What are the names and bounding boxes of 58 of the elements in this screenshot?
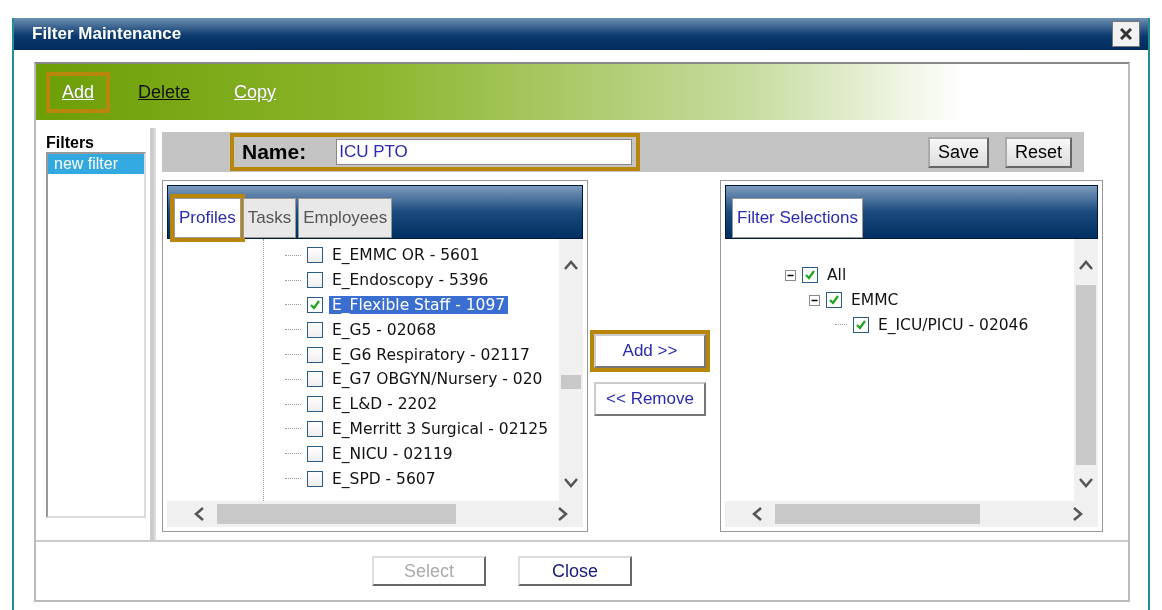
collapse-icon[interactable] — [809, 294, 820, 306]
close-icon — [1120, 28, 1132, 40]
scroll-right-icon[interactable] — [557, 506, 569, 522]
tree-item[interactable]: E_Endoscopy - 5396 — [329, 271, 492, 290]
scroll-thumb[interactable] — [1076, 285, 1096, 465]
checkbox[interactable] — [307, 297, 323, 313]
scroll-thumb[interactable] — [561, 375, 581, 389]
scroll-thumb[interactable] — [775, 504, 981, 524]
tree-item[interactable]: E_SPD - 5607 — [329, 469, 439, 488]
scroll-up-icon[interactable] — [563, 259, 579, 271]
horizontal-scrollbar[interactable] — [167, 501, 583, 527]
tab[interactable]: Filter Selections — [732, 198, 863, 238]
vertical-scrollbar[interactable] — [559, 239, 583, 501]
checkbox[interactable] — [307, 420, 323, 437]
tab[interactable]: Employees — [298, 198, 393, 238]
checkbox[interactable] — [307, 321, 323, 338]
checkbox[interactable] — [307, 346, 323, 363]
scroll-left-icon[interactable] — [751, 506, 763, 522]
tree-item[interactable]: E_EMMC OR - 5601 — [329, 246, 483, 265]
tree-item[interactable]: E_Merritt 3 Surgical - 02125 — [329, 419, 552, 438]
checkbox[interactable] — [307, 247, 323, 264]
toolbar-link[interactable]: Delete — [122, 71, 207, 113]
checkbox[interactable] — [307, 371, 323, 388]
scroll-up-icon[interactable] — [1078, 259, 1094, 271]
checkbox[interactable] — [307, 470, 323, 487]
move-button[interactable]: << Remove — [594, 382, 706, 416]
toolbar-button[interactable]: Reset — [1004, 136, 1072, 168]
scroll-right-icon[interactable] — [1072, 506, 1084, 522]
name-label: Name: — [242, 140, 307, 164]
checkbox[interactable] — [802, 267, 818, 284]
tree-item[interactable]: E_G5 - 02068 — [329, 320, 440, 339]
checkbox[interactable] — [826, 292, 842, 309]
scroll-down-icon[interactable] — [1078, 477, 1094, 489]
tree-item[interactable]: E_G6 Respiratory - 02117 — [329, 345, 533, 364]
checkbox[interactable] — [307, 396, 323, 413]
tree-item[interactable]: E_Flexible Staff - 1097 — [329, 296, 509, 314]
tree-item[interactable]: E_L&D - 2202 — [329, 395, 441, 414]
close-button[interactable] — [1112, 21, 1140, 47]
collapse-icon[interactable] — [785, 269, 796, 281]
tree-item[interactable]: E_ICU/PICU - 02046 — [875, 316, 1032, 334]
window-title: Filter Maintenance — [32, 24, 182, 44]
checkbox[interactable] — [307, 445, 323, 462]
tab[interactable]: Tasks — [242, 198, 297, 238]
checkbox[interactable] — [853, 317, 869, 333]
tree-item[interactable]: E_NICU - 02119 — [329, 444, 456, 463]
name-field[interactable]: ICU PTO — [336, 139, 633, 165]
filters-heading: Filters — [46, 134, 95, 152]
tree-item[interactable]: E_G7 OBGYN/Nursery - 020 — [329, 370, 546, 389]
scroll-thumb[interactable] — [217, 504, 457, 524]
vertical-scrollbar[interactable] — [1074, 239, 1098, 501]
horizontal-scrollbar[interactable] — [725, 501, 1098, 527]
tree-item[interactable]: All — [824, 266, 850, 285]
footer-button[interactable]: Close — [518, 556, 632, 586]
tree-item[interactable]: EMMC — [848, 291, 902, 310]
scroll-down-icon[interactable] — [563, 477, 579, 489]
toolbar-button[interactable]: Save — [927, 136, 989, 168]
scroll-left-icon[interactable] — [193, 506, 205, 522]
checkbox[interactable] — [307, 272, 323, 289]
